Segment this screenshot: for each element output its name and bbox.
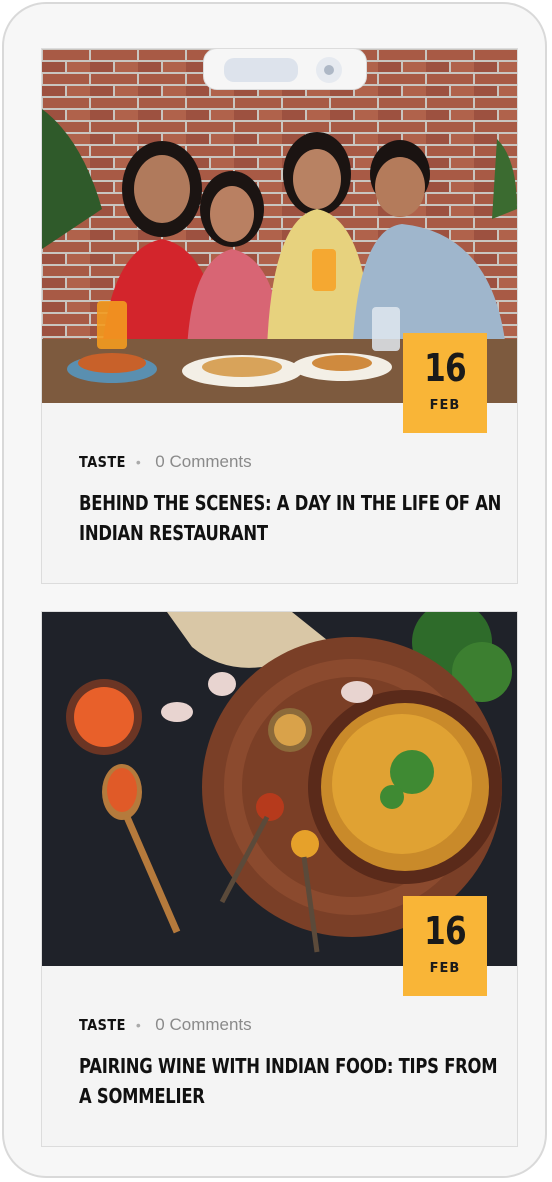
post-comments-link[interactable]: 0 Comments [155,1015,251,1034]
post-category-link[interactable]: TASTE [79,1016,126,1034]
blog-post-card[interactable]: 16 FEB TASTE • 0 Comments BEHIND THE SCE… [41,48,518,584]
post-date-badge: 16 FEB [403,333,487,433]
meta-separator: • [135,1017,141,1033]
post-date-badge: 16 FEB [403,896,487,996]
notch-speaker [224,58,298,82]
post-category-link[interactable]: TASTE [79,453,126,471]
date-day: 16 [424,909,467,953]
phone-notch [203,48,367,90]
meta-separator: • [135,454,141,470]
blog-post-card[interactable]: 16 FEB TASTE • 0 Comments PAIRING WINE W… [41,611,518,1147]
camera-icon [316,57,342,83]
date-month: FEB [429,398,461,413]
post-title-link[interactable]: BEHIND THE SCENES: A DAY IN THE LIFE OF … [79,488,505,548]
date-day: 16 [424,346,467,390]
date-month: FEB [429,961,461,976]
post-title-link[interactable]: PAIRING WINE WITH INDIAN FOOD: TIPS FROM… [79,1051,505,1111]
post-meta: TASTE • 0 Comments [79,453,252,472]
phone-frame: 16 FEB TASTE • 0 Comments BEHIND THE SCE… [2,2,547,1178]
post-comments-link[interactable]: 0 Comments [155,452,251,471]
post-meta: TASTE • 0 Comments [79,1016,252,1035]
